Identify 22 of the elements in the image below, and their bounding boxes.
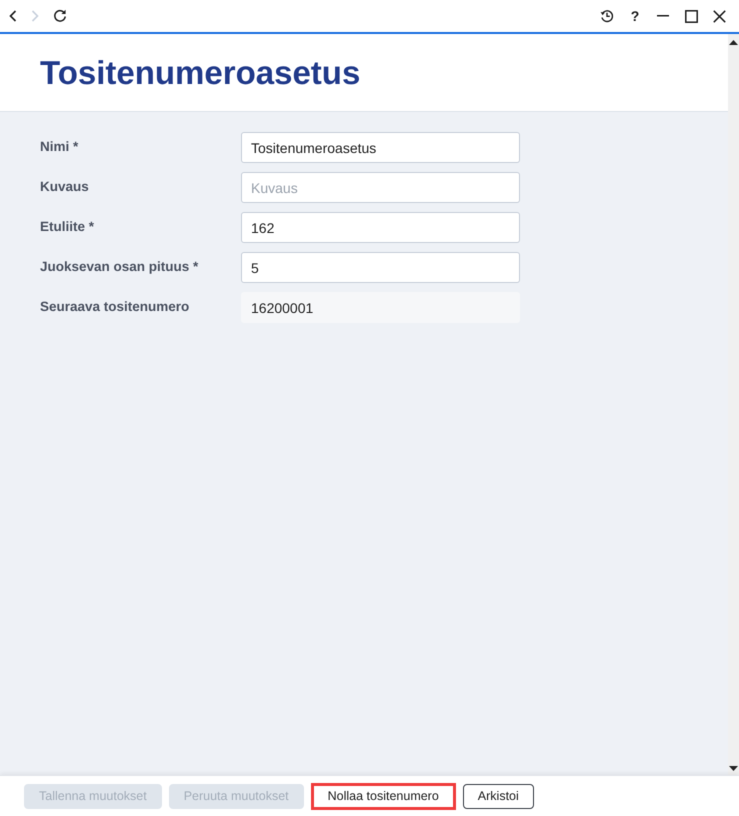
input-field[interactable]: Tositenumeroasetus <box>241 132 520 163</box>
page-title: Tositenumeroasetus <box>40 52 360 92</box>
field-label: Nimi * <box>40 138 80 156</box>
action-button[interactable]: Nollaa tositenumero <box>310 782 456 810</box>
field-label: Etuliite * <box>40 218 96 236</box>
close-icon[interactable] <box>711 10 727 22</box>
input-field[interactable]: Kuvaus <box>241 172 520 203</box>
field-label: Juoksevan osan pituus * <box>40 258 200 276</box>
maximize-icon[interactable] <box>683 10 699 22</box>
input-field[interactable]: 5 <box>241 252 520 283</box>
field-label: Seuraava tositenumero <box>40 298 190 316</box>
back-arrow-icon[interactable] <box>9 10 17 22</box>
readonly-field[interactable]: 16200001 <box>241 292 520 323</box>
scroll-up-arrow-icon[interactable] <box>729 40 738 45</box>
help-button[interactable]: ? <box>627 8 643 24</box>
refresh-icon[interactable] <box>53 9 67 23</box>
scroll-down-arrow-icon[interactable] <box>729 766 738 771</box>
input-field[interactable]: 162 <box>241 212 520 243</box>
field-label: Kuvaus <box>40 178 90 196</box>
history-icon[interactable] <box>599 9 615 23</box>
action-button[interactable]: Arkistoi <box>462 784 534 808</box>
minimize-icon[interactable] <box>655 15 671 17</box>
